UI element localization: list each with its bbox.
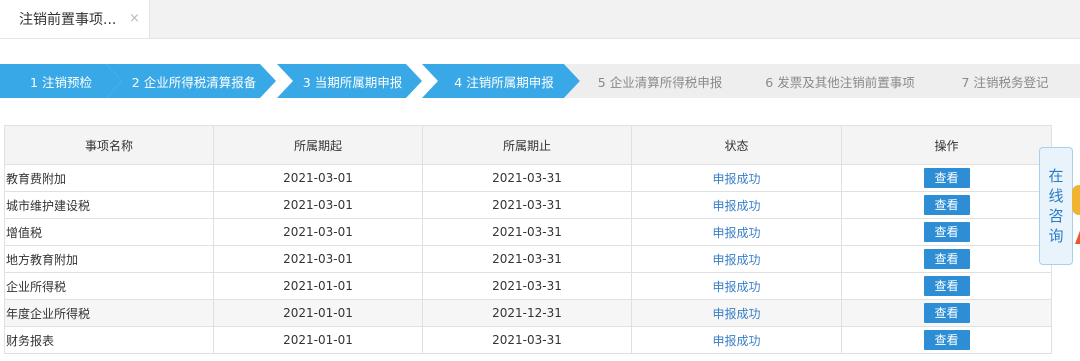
item-name: 增值税 (4, 218, 214, 246)
consult-char: 询 (1048, 227, 1064, 245)
step-1: 1 注销预检 (0, 64, 122, 98)
view-button[interactable]: 查看 (923, 303, 970, 323)
view-button[interactable]: 查看 (923, 330, 970, 350)
action-cell: 查看 (841, 299, 1052, 327)
table-row: 增值税 2021-03-01 2021-03-31 申报成功 查看 (4, 218, 1052, 246)
step-2: 2 企业所得税清算报备 (106, 64, 276, 98)
step-6: 6 发票及其他注销前置事项 (734, 64, 940, 98)
view-button[interactable]: 查看 (923, 195, 970, 215)
action-cell: 查看 (841, 164, 1052, 192)
view-button[interactable]: 查看 (923, 168, 970, 188)
header-item-name: 事项名称 (4, 125, 214, 165)
period-end: 2021-03-31 (422, 191, 632, 219)
table-row: 年度企业所得税 2021-01-01 2021-12-31 申报成功 查看 (4, 299, 1052, 327)
online-consult-button[interactable]: 在 线 咨 询 (1039, 147, 1073, 265)
header-period-end: 所属期止 (422, 125, 632, 165)
status-link[interactable]: 申报成功 (712, 307, 760, 321)
consult-char: 线 (1048, 187, 1064, 205)
item-name: 企业所得税 (4, 272, 214, 300)
view-button[interactable]: 查看 (923, 222, 970, 242)
consult-char: 咨 (1048, 207, 1064, 225)
step-label: 1 注销预检 (30, 74, 92, 90)
period-end: 2021-03-31 (422, 272, 632, 300)
step-4: 4 注销所属期申报 (422, 64, 580, 98)
status-link[interactable]: 申报成功 (712, 172, 760, 186)
step-5: 5 企业清算所得税申报 (564, 64, 750, 98)
declaration-table: 事项名称 所属期起 所属期止 状态 操作 教育费附加 2021-03-01 20… (4, 125, 1052, 354)
status-link[interactable]: 申报成功 (712, 199, 760, 213)
item-name: 地方教育附加 (4, 245, 214, 273)
view-button[interactable]: 查看 (923, 276, 970, 296)
header-action: 操作 (841, 125, 1052, 165)
mascot-icon (1072, 185, 1080, 215)
table-row: 财务报表 2021-01-01 2021-03-31 申报成功 查看 (4, 326, 1052, 354)
table-header-row: 事项名称 所属期起 所属期止 状态 操作 (4, 125, 1052, 165)
status-cell: 申报成功 (631, 164, 842, 192)
period-start: 2021-03-01 (213, 245, 423, 273)
status-cell: 申报成功 (631, 272, 842, 300)
item-name: 年度企业所得税 (4, 299, 214, 327)
step-label: 2 企业所得税清算报备 (131, 74, 257, 90)
step-label: 6 发票及其他注销前置事项 (765, 74, 915, 90)
item-name: 城市维护建设税 (4, 191, 214, 219)
status-link[interactable]: 申报成功 (712, 280, 760, 294)
mascot-hat-icon (1075, 228, 1080, 244)
period-start: 2021-01-01 (213, 272, 423, 300)
view-button[interactable]: 查看 (923, 249, 970, 269)
action-cell: 查看 (841, 272, 1052, 300)
action-cell: 查看 (841, 191, 1052, 219)
status-link[interactable]: 申报成功 (712, 253, 760, 267)
action-cell: 查看 (841, 245, 1052, 273)
tab-cancellation-prereq[interactable]: 注销前置事项... × (0, 0, 150, 38)
item-name: 教育费附加 (4, 164, 214, 192)
status-cell: 申报成功 (631, 245, 842, 273)
item-name: 财务报表 (4, 326, 214, 354)
period-start: 2021-01-01 (213, 299, 423, 327)
step-progress-bar: 1 注销预检 2 企业所得税清算报备 3 当期所属期申报 4 注销所属期申报 5… (0, 64, 1080, 98)
action-cell: 查看 (841, 326, 1052, 354)
period-start: 2021-03-01 (213, 164, 423, 192)
period-start: 2021-03-01 (213, 191, 423, 219)
status-cell: 申报成功 (631, 218, 842, 246)
tab-bar: 注销前置事项... × (0, 0, 1080, 39)
tab-title: 注销前置事项... (19, 12, 117, 28)
step-label: 4 注销所属期申报 (454, 74, 554, 90)
period-end: 2021-03-31 (422, 218, 632, 246)
table-row: 教育费附加 2021-03-01 2021-03-31 申报成功 查看 (4, 164, 1052, 192)
status-link[interactable]: 申报成功 (712, 334, 760, 348)
step-3: 3 当期所属期申报 (277, 64, 422, 98)
status-cell: 申报成功 (631, 191, 842, 219)
table-row: 地方教育附加 2021-03-01 2021-03-31 申报成功 查看 (4, 245, 1052, 273)
period-start: 2021-01-01 (213, 326, 423, 354)
close-icon[interactable]: × (129, 11, 140, 26)
period-end: 2021-03-31 (422, 164, 632, 192)
table-row: 企业所得税 2021-01-01 2021-03-31 申报成功 查看 (4, 272, 1052, 300)
header-period-start: 所属期起 (213, 125, 423, 165)
table-row: 城市维护建设税 2021-03-01 2021-03-31 申报成功 查看 (4, 191, 1052, 219)
period-end: 2021-03-31 (422, 245, 632, 273)
step-label: 7 注销税务登记 (961, 74, 1049, 90)
step-label: 5 企业清算所得税申报 (597, 74, 723, 90)
period-end: 2021-12-31 (422, 299, 632, 327)
step-label: 3 当期所属期申报 (302, 74, 403, 90)
status-cell: 申报成功 (631, 299, 842, 327)
status-link[interactable]: 申报成功 (712, 226, 760, 240)
step-7: 7 注销税务登记 (924, 64, 1080, 98)
period-end: 2021-03-31 (422, 326, 632, 354)
status-cell: 申报成功 (631, 326, 842, 354)
period-start: 2021-03-01 (213, 218, 423, 246)
consult-char: 在 (1048, 167, 1064, 185)
action-cell: 查看 (841, 218, 1052, 246)
header-status: 状态 (631, 125, 842, 165)
